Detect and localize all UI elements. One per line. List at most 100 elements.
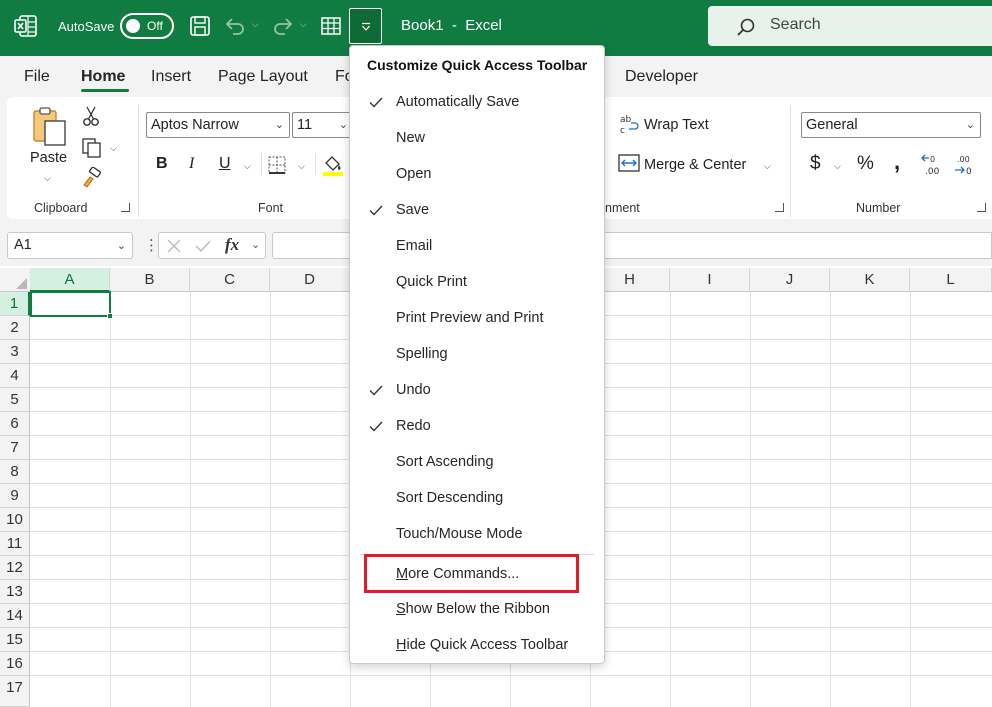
tab-home[interactable]: Home	[81, 68, 125, 86]
merge-center-icon[interactable]	[618, 153, 640, 173]
menu-item-hide-qat[interactable]: Hide Quick Access Toolbar	[350, 627, 604, 663]
chevron-down-icon: ⌄	[116, 240, 126, 252]
save-icon[interactable]	[188, 14, 212, 38]
fill-color-icon[interactable]	[322, 153, 344, 177]
paste-button[interactable]	[29, 105, 71, 155]
menu-item-touch-mouse-mode[interactable]: Touch/Mouse Mode	[350, 516, 604, 552]
menu-item-spelling[interactable]: Spelling	[350, 336, 604, 372]
column-header[interactable]: J	[750, 268, 830, 292]
row-header[interactable]: 16	[0, 652, 30, 676]
number-format-combo[interactable]: General ⌄	[801, 112, 981, 138]
undo-dropdown-icon[interactable]: ⌵	[252, 19, 259, 30]
wrap-text-icon[interactable]: ab c	[619, 113, 639, 135]
menu-item-print-preview[interactable]: Print Preview and Print	[350, 300, 604, 336]
name-box[interactable]: A1 ⌄	[7, 232, 133, 259]
row-header[interactable]: 2	[0, 316, 30, 340]
merge-center-button[interactable]: Merge & Center	[644, 157, 746, 173]
more-options-icon[interactable]: ⋮	[144, 236, 159, 254]
row-header[interactable]: 5	[0, 388, 30, 412]
menu-item-sort-ascending[interactable]: Sort Ascending	[350, 444, 604, 480]
undo-icon[interactable]	[223, 14, 247, 38]
column-header[interactable]: D	[270, 268, 350, 292]
row-header[interactable]: 1	[0, 292, 30, 316]
menu-item-email[interactable]: Email	[350, 228, 604, 264]
table-icon[interactable]	[319, 14, 343, 38]
paste-label: Paste	[30, 150, 68, 166]
customize-qat-button[interactable]	[349, 8, 382, 44]
percent-button[interactable]: %	[857, 153, 874, 175]
alignment-launcher-icon[interactable]	[775, 203, 784, 212]
decrease-decimal-icon[interactable]: .00 0	[953, 153, 979, 177]
menu-item-sort-descending[interactable]: Sort Descending	[350, 480, 604, 516]
redo-icon[interactable]	[271, 14, 295, 38]
autosave-toggle[interactable]: Off	[120, 13, 174, 39]
tab-developer[interactable]: Developer	[625, 68, 698, 86]
row-header[interactable]: 14	[0, 604, 30, 628]
column-header[interactable]: C	[190, 268, 270, 292]
chevron-down-icon[interactable]: ⌄	[251, 238, 260, 251]
enter-check-icon[interactable]	[194, 238, 212, 254]
currency-dropdown-icon[interactable]: ⌵	[834, 161, 841, 172]
gridline	[270, 292, 271, 707]
active-cell[interactable]	[30, 291, 111, 317]
menu-item-new[interactable]: New	[350, 120, 604, 156]
search-box[interactable]: Search	[708, 6, 992, 46]
cancel-icon[interactable]	[166, 238, 182, 254]
row-header[interactable]: 11	[0, 532, 30, 556]
row-header[interactable]: 8	[0, 460, 30, 484]
fill-handle[interactable]	[107, 313, 113, 319]
cut-icon[interactable]	[81, 105, 101, 127]
insert-function-button[interactable]: fx	[225, 235, 239, 255]
row-header[interactable]: 7	[0, 436, 30, 460]
menu-item-show-below-ribbon[interactable]: Show Below the Ribbon	[350, 591, 604, 627]
currency-button[interactable]: $	[810, 153, 821, 175]
comma-style-button[interactable]: ,	[894, 149, 900, 175]
paste-dropdown-icon[interactable]: ⌵	[44, 173, 51, 184]
excel-logo-icon[interactable]	[14, 14, 38, 38]
column-header[interactable]: L	[910, 268, 992, 292]
column-header[interactable]: B	[110, 268, 190, 292]
row-header[interactable]: 3	[0, 340, 30, 364]
column-header[interactable]: I	[670, 268, 750, 292]
row-header[interactable]: 17	[0, 676, 30, 707]
row-header[interactable]: 9	[0, 484, 30, 508]
check-icon	[369, 385, 383, 396]
copy-dropdown-icon[interactable]: ⌵	[110, 143, 117, 154]
format-painter-icon[interactable]	[81, 167, 103, 189]
menu-item-quick-print[interactable]: Quick Print	[350, 264, 604, 300]
menu-item-redo[interactable]: Redo	[350, 408, 604, 444]
gridline	[830, 292, 831, 707]
font-name-combo[interactable]: Aptos Narrow ⌄	[146, 112, 290, 138]
italic-button[interactable]: I	[189, 155, 194, 173]
row-header[interactable]: 6	[0, 412, 30, 436]
column-header[interactable]: K	[830, 268, 910, 292]
copy-icon[interactable]	[81, 137, 103, 159]
row-header[interactable]: 15	[0, 628, 30, 652]
tab-insert[interactable]: Insert	[151, 68, 191, 86]
increase-decimal-icon[interactable]: 0 .00	[920, 153, 946, 177]
menu-item-save[interactable]: Save	[350, 192, 604, 228]
underline-button[interactable]: U	[219, 155, 231, 173]
redo-dropdown-icon[interactable]: ⌵	[300, 19, 307, 30]
tab-page-layout[interactable]: Page Layout	[218, 68, 308, 86]
menu-item-automatically-save[interactable]: Automatically Save	[350, 84, 604, 120]
wrap-text-button[interactable]: Wrap Text	[644, 117, 709, 133]
merge-dropdown-icon[interactable]: ⌵	[764, 161, 771, 172]
tab-file[interactable]: File	[24, 68, 50, 86]
underline-dropdown-icon[interactable]: ⌵	[244, 161, 251, 172]
menu-item-open[interactable]: Open	[350, 156, 604, 192]
menu-item-undo[interactable]: Undo	[350, 372, 604, 408]
font-size-combo[interactable]: 11 ⌄	[292, 112, 354, 138]
borders-icon[interactable]	[268, 156, 286, 174]
row-header[interactable]: 13	[0, 580, 30, 604]
row-header[interactable]: 4	[0, 364, 30, 388]
clipboard-launcher-icon[interactable]	[121, 203, 130, 212]
number-launcher-icon[interactable]	[977, 203, 986, 212]
row-header[interactable]: 10	[0, 508, 30, 532]
borders-dropdown-icon[interactable]: ⌵	[298, 161, 305, 172]
group-separator	[790, 105, 791, 217]
select-all-button[interactable]	[0, 268, 30, 292]
row-header[interactable]: 12	[0, 556, 30, 580]
bold-button[interactable]: B	[156, 155, 168, 173]
column-header[interactable]: A	[30, 268, 110, 292]
